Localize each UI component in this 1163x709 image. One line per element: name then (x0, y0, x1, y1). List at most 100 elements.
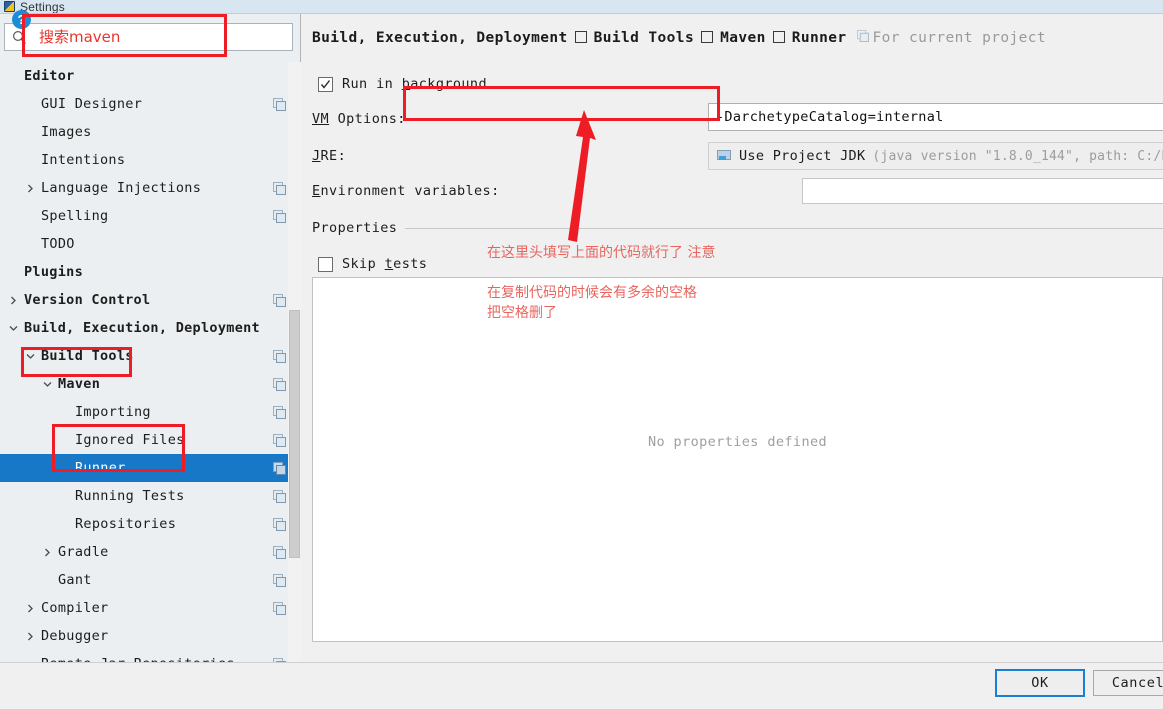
sidebar-item-label: Editor (24, 68, 75, 84)
run-in-background-label: Run in background (342, 76, 487, 92)
jre-label: JRE: (312, 148, 347, 164)
sidebar-item-label: Maven (58, 376, 101, 392)
scope-indicator: For current project (856, 29, 1046, 46)
properties-table[interactable]: No properties defined (312, 277, 1163, 642)
environment-variables-input[interactable] (802, 178, 1163, 204)
sidebar-item-maven[interactable]: Maven (0, 370, 292, 398)
breadcrumb-item: Maven (720, 30, 766, 46)
skip-tests-row[interactable]: Skip tests (318, 256, 427, 272)
sidebar-item-gant[interactable]: Gant (0, 566, 292, 594)
chevron-right-icon[interactable] (40, 538, 54, 566)
sidebar-item-images[interactable]: Images (0, 118, 292, 146)
sidebar-item-label: Gant (58, 572, 92, 588)
sidebar-item-label: GUI Designer (41, 96, 143, 112)
search-field[interactable]: 搜索maven (4, 23, 293, 51)
checkmark-icon (320, 79, 331, 89)
jdk-module-icon (717, 149, 732, 163)
vm-options-input[interactable]: -DarchetypeCatalog=internal (708, 103, 1163, 131)
breadcrumb-item: Build, Execution, Deployment (312, 30, 568, 46)
sidebar-item-running-tests[interactable]: Running Tests (0, 482, 292, 510)
sidebar-item-label: Build, Execution, Deployment (24, 320, 260, 336)
sidebar-item-intentions[interactable]: Intentions (0, 146, 292, 174)
breadcrumb-separator-icon (772, 31, 785, 43)
jre-description: (java version "1.8.0_144", path: C:/Prog… (872, 148, 1163, 164)
sidebar-item-label: Importing (75, 404, 151, 420)
settings-sidebar: 搜索maven Editor GUI Designer Images Intentio… (0, 14, 301, 662)
scope-label: For current project (872, 30, 1046, 46)
intellij-logo-icon (4, 1, 15, 12)
sidebar-item-debugger[interactable]: Debugger (0, 622, 292, 650)
sidebar-item-build-tools[interactable]: Build Tools (0, 342, 292, 370)
sidebar-item-version-control[interactable]: Version Control (0, 286, 292, 314)
sidebar-item-label: Images (41, 124, 92, 140)
sidebar-item-label: Remote Jar Repositories (41, 650, 266, 662)
sidebar-scrollbar-thumb[interactable] (289, 310, 300, 558)
help-question-icon[interactable]: ? (12, 10, 31, 29)
sidebar-item-importing[interactable]: Importing (0, 398, 292, 426)
chevron-right-icon[interactable] (23, 622, 37, 650)
run-in-background-row[interactable]: Run in background (318, 76, 487, 92)
properties-section-header: Properties (312, 220, 1163, 236)
sidebar-item-label: Running Tests (75, 488, 185, 504)
sidebar-item-todo[interactable]: TODO (0, 230, 292, 258)
chevron-down-icon[interactable] (40, 370, 54, 398)
section-divider (405, 227, 1163, 229)
chevron-right-icon[interactable] (23, 594, 37, 622)
properties-section-label: Properties (312, 220, 398, 236)
sidebar-item-ignored-files[interactable]: Ignored Files (0, 426, 292, 454)
chevron-right-icon[interactable] (6, 286, 20, 314)
sidebar-item-label: Gradle (58, 544, 109, 560)
skip-tests-checkbox[interactable] (318, 256, 333, 272)
cancel-button[interactable]: Cancel (1093, 670, 1163, 696)
breadcrumb-item: Build Tools (593, 30, 695, 46)
chevron-down-icon[interactable] (23, 342, 37, 370)
sidebar-item-gradle[interactable]: Gradle (0, 538, 292, 566)
sidebar-item-label: Compiler (41, 600, 109, 616)
vm-options-value: -DarchetypeCatalog=internal (716, 109, 944, 125)
sidebar-item-label: Runner (75, 460, 126, 476)
sidebar-item-label: Intentions (41, 152, 126, 168)
sidebar-item-gui-designer[interactable]: GUI Designer (0, 90, 292, 118)
sidebar-item-plugins[interactable]: Plugins (0, 258, 292, 286)
sidebar-item-runner[interactable]: Runner (0, 454, 292, 482)
run-in-background-checkbox[interactable] (318, 76, 333, 92)
sidebar-item-spelling[interactable]: Spelling (0, 202, 292, 230)
ok-button[interactable]: OK (995, 669, 1085, 697)
settings-tree[interactable]: Editor GUI Designer Images Intentions Langua… (0, 62, 292, 662)
jre-combobox[interactable]: Use Project JDK (java version "1.8.0_144… (708, 142, 1163, 170)
annotation-note-1: 在这里头填写上面的代码就行了 注意 (487, 245, 716, 261)
breadcrumb-separator-icon (701, 31, 714, 43)
sidebar-item-repositories[interactable]: Repositories (0, 510, 292, 538)
sidebar-item-language-injections[interactable]: Language Injections (0, 174, 292, 202)
copy-icon (856, 29, 869, 46)
breadcrumb-separator-icon (574, 31, 587, 43)
sidebar-item-label: Version Control (24, 292, 151, 308)
sidebar-item-compiler[interactable]: Compiler (0, 594, 292, 622)
jre-value: Use Project JDK (739, 148, 866, 164)
sidebar-item-label: TODO (41, 236, 75, 252)
sidebar-item-label: Debugger (41, 628, 109, 644)
window-title-bar: Settings (0, 0, 1163, 14)
environment-variables-label: Environment variables: (312, 183, 500, 199)
sidebar-item-label: Repositories (75, 516, 177, 532)
sidebar-item-editor[interactable]: Editor (0, 62, 292, 90)
dialog-footer (0, 662, 1163, 709)
search-input-value[interactable]: 搜索maven (33, 24, 292, 50)
sidebar-item-remote-jar-repositories[interactable]: Remote Jar Repositories (0, 650, 292, 662)
chevron-down-icon[interactable] (6, 314, 20, 342)
maven-runner-settings-panel: Build, Execution, Deployment Build Tools M… (302, 14, 1163, 662)
sidebar-item-build-execution-deployment[interactable]: Build, Execution, Deployment (0, 314, 292, 342)
chevron-right-icon[interactable] (23, 174, 37, 202)
skip-tests-label: Skip tests (342, 256, 428, 272)
